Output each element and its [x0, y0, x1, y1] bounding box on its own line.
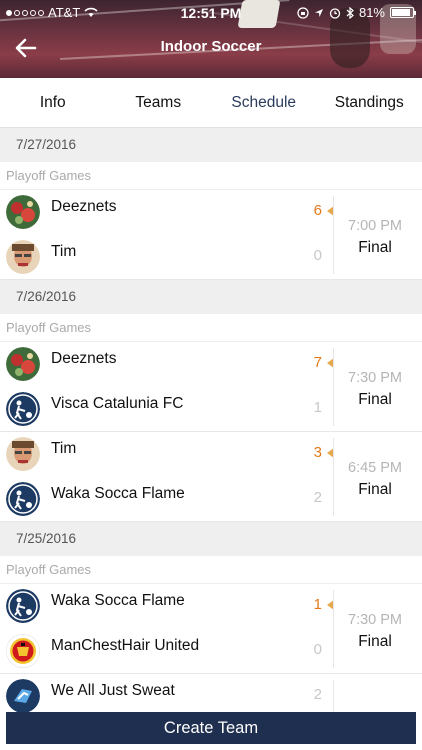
team-name: Tim [51, 440, 77, 457]
create-team-button[interactable]: Create Team [6, 712, 416, 744]
team-name: Deeznets [51, 198, 117, 215]
tab-teams[interactable]: Teams [106, 78, 212, 127]
battery-percent: 81% [358, 5, 385, 20]
game-time-column: 7:30 PM Final [334, 342, 416, 432]
tab-schedule[interactable]: Schedule [211, 78, 317, 127]
bluetooth-icon [346, 6, 354, 19]
game-card[interactable]: Tim 3 Waka Socca Flame 2 6:45 PM Final [0, 432, 422, 522]
club-crest-avatar [6, 634, 40, 668]
battery-icon [390, 7, 416, 18]
alarm-icon [329, 7, 341, 19]
status-right: 81% [297, 5, 416, 20]
game-status: Final [358, 481, 392, 498]
holiday-ornaments-avatar [6, 195, 40, 229]
team-score: 0 [313, 641, 322, 658]
game-time-column: 7:30 PM Final [334, 584, 416, 674]
tab-standings[interactable]: Standings [317, 78, 422, 127]
holiday-ornaments-avatar [6, 347, 40, 381]
lock-rotation-icon [297, 6, 309, 19]
team-name: Deeznets [51, 350, 117, 367]
team-name: Waka Socca Flame [51, 485, 185, 502]
person-photo-avatar [6, 240, 40, 274]
game-card[interactable]: Deeznets 7 Visca Catalunia FC 1 7:30 PM … [0, 342, 422, 432]
date-header: 7/26/2016 [0, 280, 422, 314]
team-row: Deeznets 7 [0, 342, 334, 387]
location-icon [314, 8, 323, 17]
team-row: Waka Socca Flame 2 [0, 477, 334, 522]
schedule-list[interactable]: 7/27/2016 Playoff Games Deeznets 6 Tim 0… [0, 128, 422, 712]
team-name: Tim [51, 243, 77, 260]
date-header: 7/27/2016 [0, 128, 422, 162]
team-score: 6 [313, 202, 322, 219]
soccer-logo-avatar [6, 589, 40, 623]
team-score: 1 [313, 596, 322, 613]
team-row: Visca Catalunia FC 1 [0, 387, 334, 432]
team-name: Visca Catalunia FC [51, 395, 184, 412]
game-time-column: 7:00 PM Final [334, 190, 416, 280]
team-row: ManChestHair United 0 [0, 629, 334, 674]
team-score: 2 [313, 686, 322, 703]
soccer-logo-avatar [6, 482, 40, 516]
game-card[interactable]: Waka Socca Flame 1 ManChestHair United 0… [0, 584, 422, 674]
date-header: 7/25/2016 [0, 522, 422, 556]
game-time: 6:45 PM [348, 460, 402, 476]
game-status: Final [358, 239, 392, 256]
team-score: 7 [313, 354, 322, 371]
game-card[interactable]: We All Just Sweat 2 [0, 674, 422, 712]
game-time: 7:30 PM [348, 370, 402, 386]
game-time: 7:00 PM [348, 218, 402, 234]
team-name: ManChestHair United [51, 637, 200, 654]
section-label: Playoff Games [0, 556, 422, 584]
team-score: 0 [313, 247, 322, 264]
person-photo-avatar [6, 437, 40, 471]
team-row: Tim 0 [0, 235, 334, 280]
team-row: Tim 3 [0, 432, 334, 477]
game-time-column: 6:45 PM Final [334, 432, 416, 522]
app-screen: AT&T 12:51 PM 81% Indoor Soccer Info Tea… [0, 0, 422, 750]
section-label: Playoff Games [0, 314, 422, 342]
column-divider [333, 680, 334, 712]
game-status: Final [358, 391, 392, 408]
team-row: Deeznets 6 [0, 190, 334, 235]
soccer-logo-avatar [6, 392, 40, 426]
game-time: 7:30 PM [348, 612, 402, 628]
section-label: Playoff Games [0, 162, 422, 190]
team-score: 3 [313, 444, 322, 461]
page-title: Indoor Soccer [160, 38, 262, 55]
team-name: Waka Socca Flame [51, 592, 185, 609]
team-row: We All Just Sweat 2 [0, 674, 334, 712]
game-status: Final [358, 633, 392, 650]
team-name: We All Just Sweat [51, 682, 175, 699]
tab-info[interactable]: Info [0, 78, 106, 127]
team-score: 2 [313, 489, 322, 506]
team-row: Waka Socca Flame 1 [0, 584, 334, 629]
tab-bar: Info Teams Schedule Standings [0, 78, 422, 128]
status-bar: AT&T 12:51 PM 81% [0, 2, 422, 22]
header-banner: AT&T 12:51 PM 81% Indoor Soccer [0, 0, 422, 78]
blue-badge-avatar [6, 679, 40, 712]
game-card[interactable]: Deeznets 6 Tim 0 7:00 PM Final [0, 190, 422, 280]
team-score: 1 [313, 399, 322, 416]
